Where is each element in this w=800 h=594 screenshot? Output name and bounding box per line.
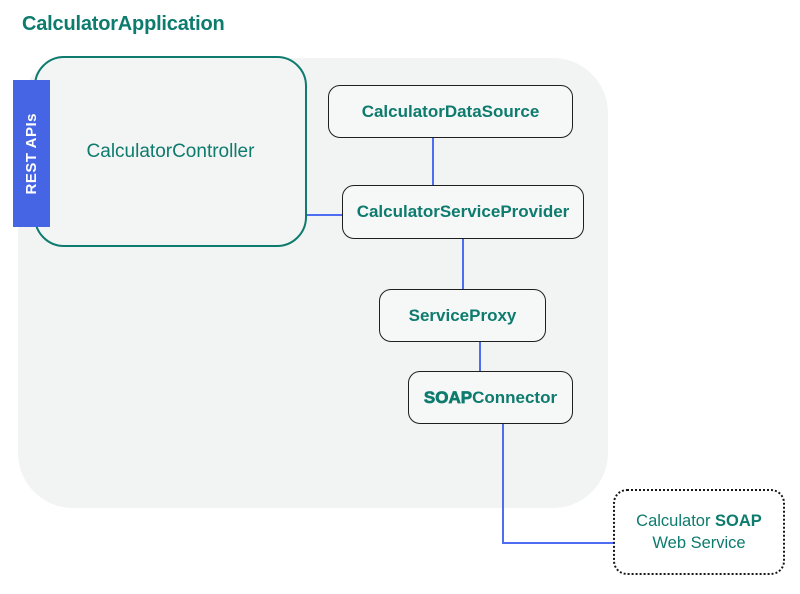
node-calculator-data-source-label: CalculatorDataSource [362, 102, 540, 122]
web-service-line1: Calculator SOAP [636, 510, 762, 532]
web-service-line1-bold: SOAP [715, 512, 762, 530]
node-calculator-service-provider-label: CalculatorServiceProvider [357, 202, 570, 222]
node-soap-connector-label-bold: SOAP [424, 388, 472, 407]
node-calculator-soap-web-service: Calculator SOAP Web Service [613, 489, 785, 575]
node-soap-connector-label-rest: Connector [472, 388, 557, 407]
diagram-canvas: CalculatorApplication CalculatorControll… [0, 0, 800, 594]
node-service-proxy-label: ServiceProxy [409, 306, 517, 326]
node-calculator-data-source: CalculatorDataSource [328, 85, 573, 138]
node-soap-connector: SOAPConnector [408, 371, 573, 424]
rest-apis-label: REST APIs [23, 113, 40, 194]
node-soap-connector-label: SOAPConnector [424, 388, 557, 408]
rest-apis-badge: REST APIs [13, 80, 50, 227]
diagram-title: CalculatorApplication [22, 13, 225, 36]
node-calculator-service-provider: CalculatorServiceProvider [342, 185, 584, 239]
web-service-line2: Web Service [652, 532, 745, 554]
node-service-proxy: ServiceProxy [379, 289, 546, 342]
web-service-line1-normal: Calculator [636, 512, 715, 530]
node-calculator-controller-label: CalculatorController [87, 141, 255, 163]
node-calculator-controller: CalculatorController [34, 56, 307, 247]
